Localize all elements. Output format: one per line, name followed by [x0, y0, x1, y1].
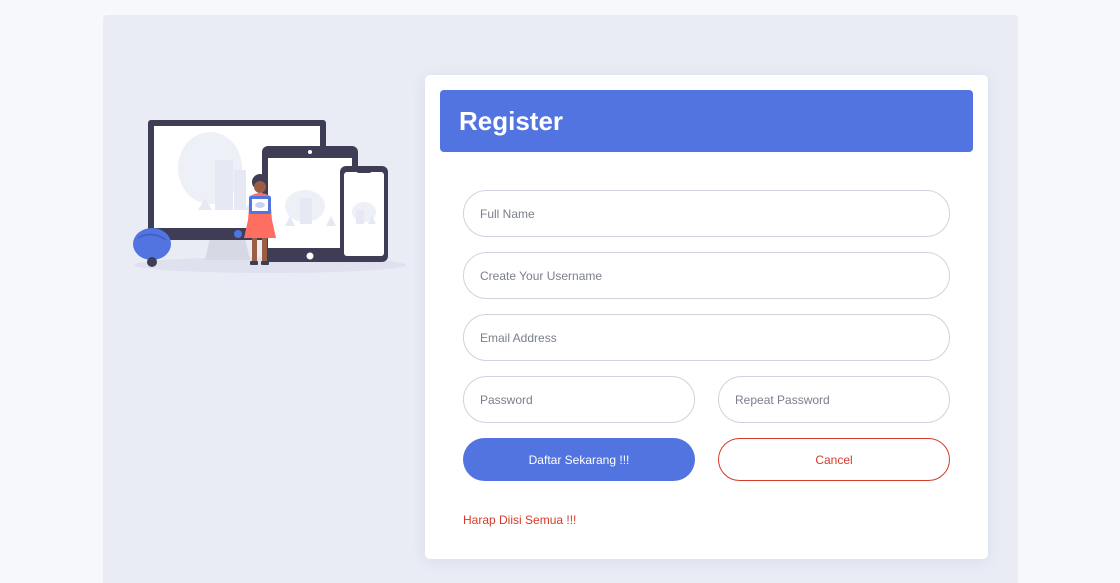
monitor-stand — [205, 238, 250, 260]
devices-illustration — [133, 120, 406, 273]
page-title: Register — [459, 106, 564, 136]
register-submit-button[interactable]: Daftar Sekarang !!! — [463, 438, 695, 481]
validation-message: Harap Diisi Semua !!! — [463, 513, 577, 527]
repeat-password-input[interactable] — [718, 376, 950, 423]
full-name-input[interactable] — [463, 190, 950, 237]
username-input[interactable] — [463, 252, 950, 299]
cancel-button[interactable]: Cancel — [718, 438, 950, 481]
register-card: Register Daftar Sekarang !!! Cancel Hara… — [425, 75, 988, 559]
monitor-dot — [234, 230, 242, 238]
email-input[interactable] — [463, 314, 950, 361]
register-header: Register — [440, 90, 973, 152]
password-input[interactable] — [463, 376, 695, 423]
plant — [133, 228, 171, 260]
